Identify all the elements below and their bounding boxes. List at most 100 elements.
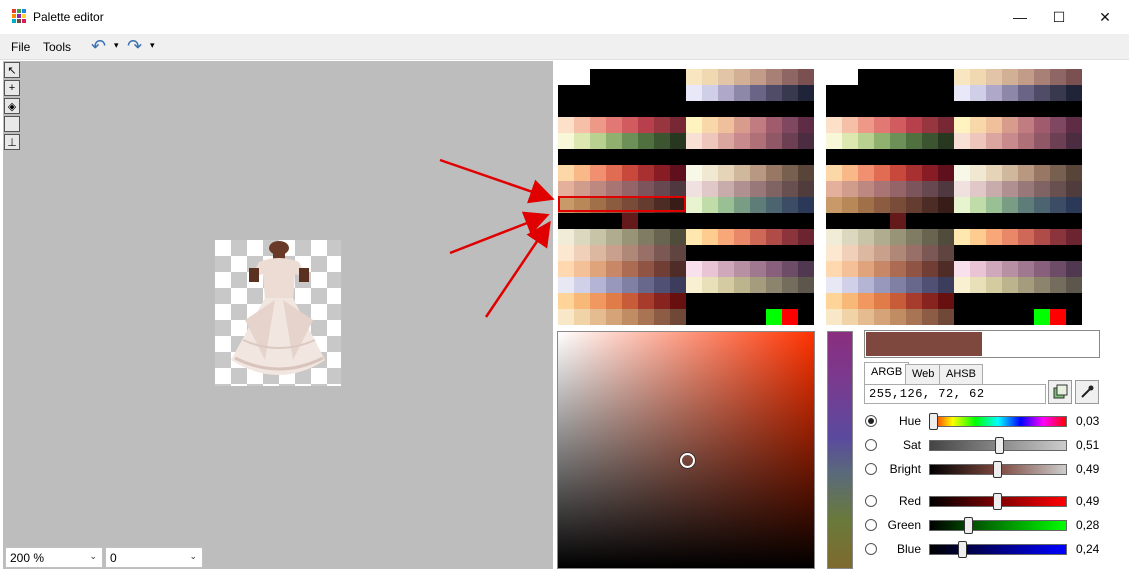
palette-cell[interactable]	[826, 293, 842, 309]
tab-argb[interactable]: ARGB	[864, 362, 910, 384]
palette-cell[interactable]	[1050, 101, 1066, 117]
palette-cell[interactable]	[686, 165, 702, 181]
palette-cell[interactable]	[874, 229, 890, 245]
palette-cell[interactable]	[986, 117, 1002, 133]
palette-cell[interactable]	[906, 277, 922, 293]
palette-cell[interactable]	[558, 181, 574, 197]
palette-cell[interactable]	[750, 197, 766, 213]
palette-cell[interactable]	[1018, 149, 1034, 165]
palette-cell[interactable]	[922, 117, 938, 133]
slider-thumb-sat[interactable]	[995, 437, 1005, 454]
palette-cell[interactable]	[670, 101, 686, 117]
palette-cell[interactable]	[826, 149, 842, 165]
palette-cell[interactable]	[686, 101, 702, 117]
palette-cell[interactable]	[1050, 149, 1066, 165]
palette-cell[interactable]	[842, 117, 858, 133]
palette-cell[interactable]	[718, 101, 734, 117]
palette-cell[interactable]	[638, 101, 654, 117]
palette-cell[interactable]	[606, 261, 622, 277]
palette-cell[interactable]	[874, 117, 890, 133]
palette-cell[interactable]	[654, 293, 670, 309]
palette-cell[interactable]	[798, 293, 814, 309]
palette-cell[interactable]	[638, 149, 654, 165]
palette-cell[interactable]	[1034, 197, 1050, 213]
palette-cell[interactable]	[766, 133, 782, 149]
palette-cell[interactable]	[702, 261, 718, 277]
palette-cell[interactable]	[1018, 181, 1034, 197]
palette-cell[interactable]	[702, 293, 718, 309]
palette-cell[interactable]	[970, 293, 986, 309]
palette-cell[interactable]	[906, 293, 922, 309]
slider-thumb-bright[interactable]	[992, 461, 1002, 478]
palette-cell[interactable]	[574, 293, 590, 309]
palette-cell[interactable]	[702, 85, 718, 101]
palette-cell[interactable]	[606, 117, 622, 133]
palette-cell[interactable]	[702, 277, 718, 293]
palette-cell[interactable]	[622, 293, 638, 309]
palette-cell[interactable]	[750, 229, 766, 245]
palette-cell[interactable]	[1018, 165, 1034, 181]
fill-icon[interactable]: ◈	[4, 98, 20, 114]
palette-cell[interactable]	[906, 229, 922, 245]
palette-cell[interactable]	[858, 133, 874, 149]
palette-cell[interactable]	[858, 309, 874, 325]
palette-cell[interactable]	[1050, 69, 1066, 85]
palette-cell[interactable]	[590, 309, 606, 325]
palette-cell[interactable]	[1050, 293, 1066, 309]
palette-cell[interactable]	[938, 229, 954, 245]
palette-cell[interactable]	[954, 149, 970, 165]
palette-cell[interactable]	[1002, 133, 1018, 149]
palette-cell[interactable]	[638, 309, 654, 325]
palette-cell[interactable]	[686, 229, 702, 245]
palette-cell[interactable]	[938, 181, 954, 197]
palette-cell[interactable]	[874, 165, 890, 181]
palette-cell[interactable]	[574, 181, 590, 197]
palette-cell[interactable]	[798, 261, 814, 277]
palette-cell[interactable]	[1066, 197, 1082, 213]
palette-cell[interactable]	[766, 245, 782, 261]
palette-cell[interactable]	[654, 229, 670, 245]
palette-cell[interactable]	[906, 245, 922, 261]
palette-cell[interactable]	[638, 69, 654, 85]
palette-cell[interactable]	[1018, 277, 1034, 293]
palette-cell[interactable]	[718, 69, 734, 85]
tab-web[interactable]: Web	[905, 364, 942, 384]
palette-cell[interactable]	[558, 261, 574, 277]
palette-cell[interactable]	[702, 181, 718, 197]
palette-cell[interactable]	[938, 261, 954, 277]
palette-cell[interactable]	[842, 213, 858, 229]
palette-cell[interactable]	[734, 213, 750, 229]
add-swatch-icon[interactable]	[1048, 380, 1072, 404]
palette-cell[interactable]	[558, 293, 574, 309]
palette-cell[interactable]	[734, 261, 750, 277]
palette-cell[interactable]	[718, 117, 734, 133]
palette-cell[interactable]	[970, 85, 986, 101]
palette-cell[interactable]	[750, 293, 766, 309]
palette-cell[interactable]	[1066, 149, 1082, 165]
palette-cell[interactable]	[842, 101, 858, 117]
palette-cell[interactable]	[922, 277, 938, 293]
palette-cell[interactable]	[842, 165, 858, 181]
eyedropper-icon[interactable]	[1075, 380, 1099, 404]
palette-cell[interactable]	[922, 229, 938, 245]
palette-cell[interactable]	[922, 261, 938, 277]
palette-cell[interactable]	[842, 197, 858, 213]
palette-cell[interactable]	[654, 309, 670, 325]
palette-cell[interactable]	[782, 85, 798, 101]
palette-cell[interactable]	[1034, 261, 1050, 277]
palette-cell[interactable]	[1050, 85, 1066, 101]
palette-cell[interactable]	[826, 181, 842, 197]
palette-cell[interactable]	[622, 213, 638, 229]
palette-cell[interactable]	[606, 149, 622, 165]
palette-cell[interactable]	[558, 101, 574, 117]
palette-cell[interactable]	[590, 133, 606, 149]
palette-cell[interactable]	[574, 85, 590, 101]
palette-cell[interactable]	[858, 117, 874, 133]
palette-cell[interactable]	[734, 133, 750, 149]
palette-cell[interactable]	[782, 101, 798, 117]
palette-cell[interactable]	[906, 309, 922, 325]
palette-cell[interactable]	[890, 117, 906, 133]
palette-cell[interactable]	[890, 293, 906, 309]
palette-cell[interactable]	[718, 181, 734, 197]
palette-cell[interactable]	[798, 101, 814, 117]
